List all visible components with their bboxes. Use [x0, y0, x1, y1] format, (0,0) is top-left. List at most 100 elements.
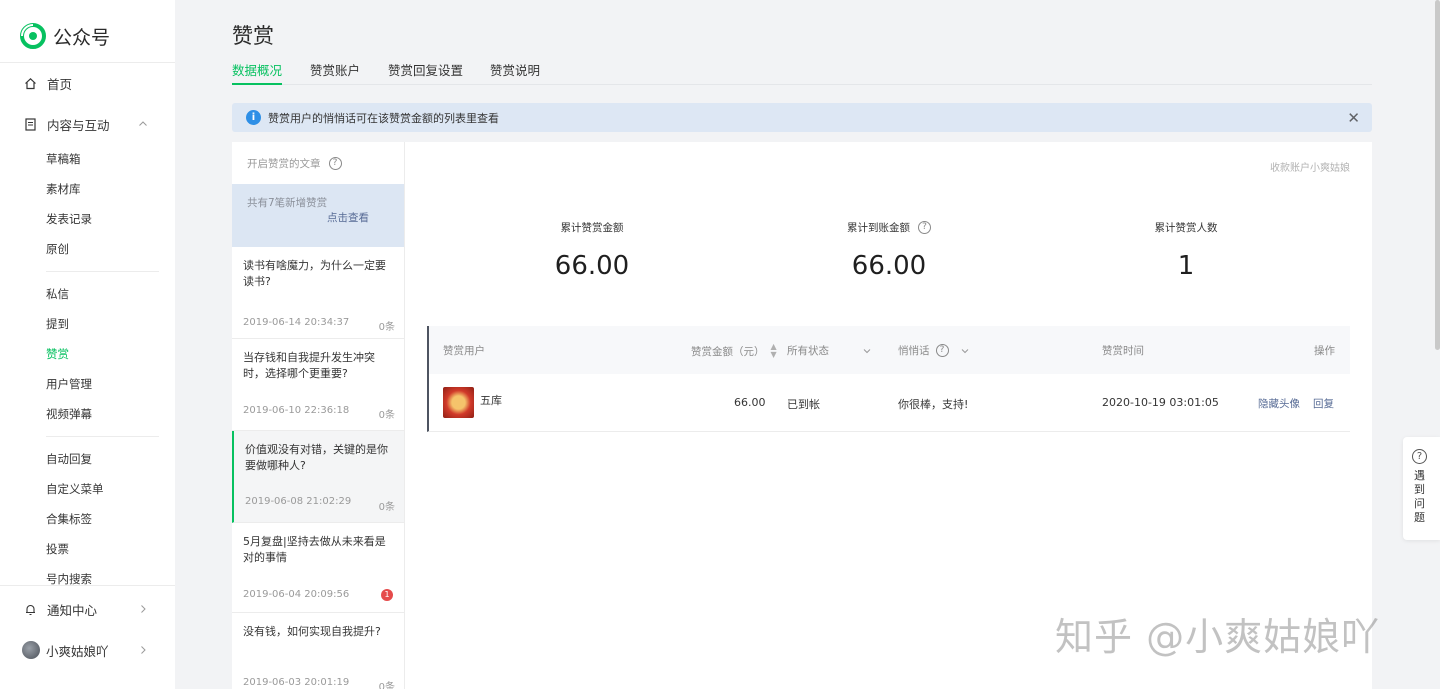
list-item[interactable]: 读书有啥魔力，为什么一定要读书? 2019-06-14 20:34:37 0条 [232, 247, 404, 339]
sidebar-item-publish-history[interactable]: 发表记录 [46, 211, 92, 227]
sidebar-item-video-danmaku[interactable]: 视频弹幕 [46, 406, 92, 422]
list-item[interactable]: 没有钱，如何实现自我提升? 2019-06-03 20:01:19 0条 [232, 613, 404, 689]
scrollbar[interactable] [1435, 0, 1440, 350]
unread-badge: 1 [381, 589, 393, 601]
tab-reward-account[interactable]: 赞赏账户 [310, 62, 360, 85]
list-item[interactable]: 价值观没有对错，关键的是你要做哪种人? 2019-06-08 21:02:29 … [232, 431, 404, 523]
sidebar-divider [0, 585, 175, 586]
article-count: 0条 [378, 410, 395, 421]
tab-bar: 数据概况 赞赏账户 赞赏回复设置 赞赏说明 [232, 62, 1372, 85]
notice-bar: i 赞赏用户的悄悄话可在该赞赏金额的列表里查看 ✕ [232, 103, 1372, 132]
hide-avatar-link[interactable]: 隐藏头像 [1258, 396, 1300, 411]
sidebar-item-drafts[interactable]: 草稿箱 [46, 151, 81, 167]
sidebar: 公众号 首页 内容与互动 草稿箱 素材库 发表记录 原创 私信 提到 赞赏 用户… [0, 0, 175, 689]
wechat-logo-icon [20, 23, 46, 49]
avatar [22, 641, 40, 659]
article-count: 0条 [378, 322, 395, 333]
sort-icon[interactable]: ▲ ▼ [771, 343, 777, 359]
article-date: 2019-06-08 21:02:29 [245, 496, 352, 507]
list-item[interactable]: 5月复盘|坚持去做从未来看是对的事情 2019-06-04 20:09:56 1 [232, 523, 404, 613]
message-filter[interactable]: 悄悄话 ? [898, 343, 969, 358]
sidebar-item-messages[interactable]: 私信 [46, 286, 69, 302]
help-float-button[interactable]: ? 遇到问题 [1403, 437, 1440, 540]
reply-link[interactable]: 回复 [1313, 396, 1334, 411]
sidebar-item-notifications[interactable]: 通知中心 [24, 599, 97, 619]
chevron-up-icon[interactable] [138, 119, 148, 129]
sidebar-divider [0, 62, 175, 63]
tab-reward-help[interactable]: 赞赏说明 [490, 62, 540, 85]
article-title: 没有钱，如何实现自我提升? [243, 625, 381, 638]
sidebar-item-users[interactable]: 用户管理 [46, 376, 92, 392]
sidebar-item-content[interactable]: 内容与互动 [24, 114, 110, 134]
stat-label: 累计赞赏金额 [560, 222, 624, 234]
reward-message: 你很棒，支持! [898, 398, 969, 411]
article-list-header: 开启赞赏的文章 ? [247, 156, 342, 171]
help-icon: ? [1412, 449, 1427, 464]
watermark: 知乎 @小爽姑娘吖 [1055, 615, 1381, 659]
column-header-user: 赞赏用户 [443, 345, 485, 357]
logo[interactable]: 公众号 [20, 22, 110, 50]
sidebar-divider [46, 271, 159, 272]
reward-amount: 66.00 [734, 396, 766, 409]
article-date: 2019-06-14 20:34:37 [243, 317, 350, 328]
column-header-label: 悄悄话 [898, 345, 930, 357]
help-icon[interactable]: ? [935, 344, 949, 357]
sidebar-item-materials[interactable]: 素材库 [46, 181, 81, 197]
sidebar-item-rewards[interactable]: 赞赏 [46, 346, 69, 362]
article-list-panel: 开启赞赏的文章 ? 共有7笔新增赞赏 点击查看 读书有啥魔力，为什么一定要读书?… [232, 142, 405, 689]
article-count: 0条 [378, 502, 395, 513]
sidebar-item-account[interactable]: 小爽姑娘吖 [22, 640, 109, 660]
close-icon[interactable]: ✕ [1347, 109, 1360, 127]
article-title: 当存钱和自我提升发生冲突时，选择哪个更重要? [243, 351, 375, 380]
sidebar-item-label: 内容与互动 [47, 117, 110, 133]
new-rewards-summary[interactable]: 共有7笔新增赞赏 点击查看 [232, 184, 404, 247]
column-header-amount[interactable]: 赞赏金额（元） ▲ ▼ [691, 343, 777, 359]
stat-value: 66.00 [554, 251, 630, 281]
sidebar-item-label: 通知中心 [47, 602, 98, 618]
page-title: 赞赏 [232, 24, 274, 48]
document-icon [25, 117, 36, 131]
info-icon: i [246, 110, 261, 125]
article-title: 读书有啥魔力，为什么一定要读书? [243, 259, 386, 288]
stat-label: 累计到账金额 [847, 222, 910, 234]
receiving-account: 收款账户小爽姑娘 [1270, 163, 1350, 174]
sidebar-divider [46, 436, 159, 437]
notice-text: 赞赏用户的悄悄话可在该赞赏金额的列表里查看 [268, 112, 499, 125]
view-link[interactable]: 点击查看 [327, 210, 369, 225]
status-filter[interactable]: 所有状态 [787, 343, 871, 358]
sidebar-item-votes[interactable]: 投票 [46, 541, 69, 557]
chevron-down-icon [863, 348, 871, 353]
sidebar-item-original[interactable]: 原创 [46, 241, 69, 257]
table-header: 赞赏用户 赞赏金额（元） ▲ ▼ 所有状态 悄悄话 ? 赞赏时间 操作 [427, 326, 1350, 374]
bell-icon [26, 604, 35, 615]
article-date: 2019-06-04 20:09:56 [243, 589, 350, 600]
stat-value: 66.00 [851, 251, 927, 281]
help-icon[interactable]: ? [328, 157, 342, 170]
column-header-label: 赞赏金额（元） [691, 345, 765, 358]
sidebar-item-collection-tags[interactable]: 合集标签 [46, 511, 92, 527]
sidebar-item-mentions[interactable]: 提到 [46, 316, 69, 332]
stat-total-reward: 累计赞赏金额 66.00 [482, 220, 702, 281]
chevron-right-icon[interactable] [138, 645, 148, 655]
sidebar-item-auto-reply[interactable]: 自动回复 [46, 451, 92, 467]
tab-reply-settings[interactable]: 赞赏回复设置 [388, 62, 463, 85]
help-float-text: 遇到问题 [1414, 469, 1425, 524]
reward-status: 已到帐 [787, 398, 820, 411]
chevron-right-icon[interactable] [138, 604, 148, 614]
stat-total-people: 累计赞赏人数 1 [1076, 220, 1296, 281]
column-header-time: 赞赏时间 [1102, 345, 1144, 357]
logo-text: 公众号 [53, 26, 111, 49]
summary-text: 共有7笔新增赞赏 [247, 197, 328, 209]
article-count: 0条 [378, 682, 395, 689]
list-item[interactable]: 当存钱和自我提升发生冲突时，选择哪个更重要? 2019-06-10 22:36:… [232, 339, 404, 431]
tab-overview[interactable]: 数据概况 [232, 62, 283, 85]
stat-label: 累计赞赏人数 [1154, 222, 1218, 234]
article-date: 2019-06-10 22:36:18 [243, 405, 350, 416]
sidebar-item-custom-menu[interactable]: 自定义菜单 [46, 481, 104, 497]
reward-time: 2020-10-19 03:01:05 [1102, 396, 1219, 409]
table-row: 五库 66.00 已到帐 你很棒，支持! 2020-10-19 03:01:05… [427, 374, 1350, 432]
chevron-down-icon [961, 348, 968, 353]
help-icon[interactable]: ? [918, 221, 931, 234]
sidebar-item-home[interactable]: 首页 [24, 73, 72, 93]
article-title: 5月复盘|坚持去做从未来看是对的事情 [243, 535, 386, 564]
